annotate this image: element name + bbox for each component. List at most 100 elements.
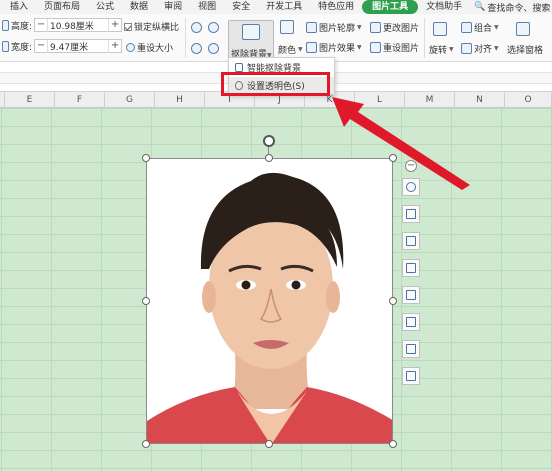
resize-handle-top-left[interactable] (142, 154, 150, 162)
tab-data[interactable]: 数据 (122, 0, 156, 14)
column-header[interactable]: L (355, 92, 405, 108)
height-increment-button[interactable]: + (109, 19, 121, 31)
ribbon-separator (424, 18, 425, 58)
picture-outline-button[interactable]: 图片轮廓 ▼ (306, 21, 362, 34)
picture-convert-button[interactable] (402, 313, 420, 331)
column-header[interactable]: E (5, 92, 55, 108)
ribbon-separator (185, 18, 186, 58)
group-button[interactable]: 组合 ▼ (461, 21, 499, 34)
tab-formula[interactable]: 公式 (88, 0, 122, 14)
rotate-button[interactable]: 旋转 ▼ (429, 43, 454, 56)
rotate-label: 旋转 (429, 46, 448, 56)
selection-pane-label: 选择窗格 (507, 46, 544, 56)
resize-handle-bottom[interactable] (265, 440, 273, 448)
height-field[interactable]: − 10.98厘米 + (34, 18, 123, 32)
resize-handle-bottom-right[interactable] (389, 440, 397, 448)
width-increment-button[interactable]: + (109, 40, 121, 52)
resize-handle-top-right[interactable] (389, 154, 397, 162)
highlight-box (221, 72, 330, 96)
picture-tools-ribbon: 高度: − 10.98厘米 + 宽度: − 9.47厘米 + 锁定纵横比 重设大… (0, 14, 552, 62)
width-value[interactable]: 9.47厘米 (47, 39, 110, 53)
color-button[interactable]: 颜色 ▼ (278, 43, 303, 56)
picture-effect-button[interactable]: 图片效果 ▼ (306, 41, 362, 54)
picture-outline-icon (306, 22, 317, 33)
remove-background-icon (406, 209, 416, 219)
collapse-toolbar-button[interactable]: − (405, 160, 417, 172)
picture-tool-button[interactable] (402, 259, 420, 277)
reset-picture-label: 重设图片 (383, 44, 420, 54)
change-picture-label: 更改图片 (383, 24, 420, 34)
column-header[interactable]: G (105, 92, 155, 108)
crop-button[interactable] (402, 232, 420, 250)
rotate-right-icon[interactable] (208, 22, 219, 33)
picture-layout-button[interactable] (402, 286, 420, 304)
remove-background-icon (242, 24, 260, 40)
selection-pane-button[interactable]: 选择窗格 (507, 43, 543, 56)
column-header[interactable]: F (55, 92, 105, 108)
picture-more-button[interactable] (402, 367, 420, 385)
width-row: 宽度: − 9.47厘米 + (2, 39, 123, 53)
tab-developer[interactable]: 开发工具 (258, 0, 310, 14)
command-search[interactable]: 🔍 查找命令、搜索 (474, 1, 550, 14)
rotate-left-icon[interactable] (191, 22, 202, 33)
resize-handle-left[interactable] (142, 297, 150, 305)
picture-outline-label: 图片轮廓 (319, 24, 356, 34)
checkbox-checked-icon (124, 22, 132, 31)
convert-icon (406, 317, 416, 327)
chevron-down-icon: ▼ (494, 45, 499, 52)
lock-ratio-label: 锁定纵横比 (134, 23, 180, 33)
crop-tools-row2 (191, 43, 219, 54)
tab-insert[interactable]: 插入 (0, 0, 36, 14)
reset-size-label: 重设大小 (137, 44, 174, 54)
color-icon-wrap[interactable] (280, 20, 294, 34)
change-picture-icon (370, 22, 381, 33)
rotate-icon (433, 22, 447, 36)
align-button[interactable]: 对齐 ▼ (461, 42, 499, 55)
column-header[interactable]: N (455, 92, 505, 108)
width-field[interactable]: − 9.47厘米 + (34, 39, 123, 53)
change-picture-button[interactable]: 更改图片 (370, 21, 419, 34)
group-label: 组合 (474, 24, 493, 34)
resize-handle-bottom-left[interactable] (142, 440, 150, 448)
width-icon (2, 40, 9, 52)
rotate-handle[interactable] (263, 135, 275, 147)
tab-review[interactable]: 审阅 (156, 0, 190, 14)
frame-icon (406, 263, 416, 273)
column-header[interactable]: M (405, 92, 455, 108)
wrap-icon (406, 344, 416, 354)
width-label: 宽度: (11, 42, 33, 53)
reset-size-button[interactable]: 重设大小 (126, 41, 173, 54)
align-label: 对齐 (474, 45, 493, 55)
height-row: 高度: − 10.98厘米 + (2, 18, 123, 32)
tab-doc-assistant[interactable]: 文档助手 (418, 0, 470, 14)
crop-tools-row1 (191, 22, 219, 33)
lock-ratio-checkbox[interactable]: 锁定纵横比 (124, 20, 179, 33)
selection-pane-icon-wrap[interactable] (516, 22, 530, 36)
tab-security[interactable]: 安全 (224, 0, 258, 14)
selected-picture[interactable] (146, 158, 393, 444)
crop-icon (406, 236, 416, 246)
picture-wrap-button[interactable] (402, 340, 420, 358)
brightness-down-icon[interactable] (208, 43, 219, 54)
height-decrement-button[interactable]: − (35, 19, 47, 31)
ribbon-tab-bar: 插入 页面布局 公式 数据 审阅 视图 安全 开发工具 特色应用 图片工具 文档… (0, 0, 552, 14)
tab-page-layout[interactable]: 页面布局 (36, 0, 88, 14)
zoom-picture-button[interactable] (402, 178, 420, 196)
width-decrement-button[interactable]: − (35, 40, 47, 52)
tab-view[interactable]: 视图 (190, 0, 224, 14)
tab-special-apps[interactable]: 特色应用 (310, 0, 362, 14)
column-header[interactable]: H (155, 92, 205, 108)
column-header[interactable]: O (505, 92, 552, 108)
tab-picture-tools[interactable]: 图片工具 (362, 0, 419, 14)
resize-handle-top[interactable] (265, 154, 273, 162)
reset-picture-button[interactable]: 重设图片 (370, 41, 419, 54)
brightness-up-icon[interactable] (191, 43, 202, 54)
rotate-icon-wrap[interactable] (433, 22, 447, 36)
height-icon (2, 19, 9, 31)
remove-background-button[interactable]: 抠除背景▼ (228, 20, 274, 60)
height-value[interactable]: 10.98厘米 (47, 18, 110, 32)
search-icon: 🔍 (474, 2, 486, 12)
command-search-label: 查找命令、搜索 (487, 3, 551, 14)
resize-handle-right[interactable] (389, 297, 397, 305)
remove-background-side-button[interactable] (402, 205, 420, 223)
